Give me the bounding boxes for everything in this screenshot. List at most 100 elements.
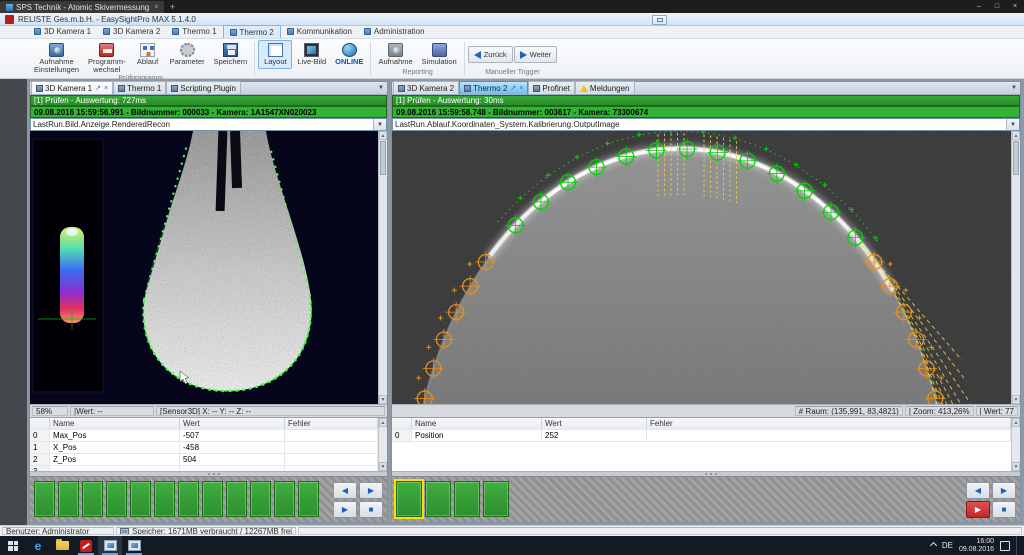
start-button[interactable] <box>0 536 26 555</box>
image-source-dropdown[interactable]: LastRun.Bild.Anzeige.RenderedRecon ▼ <box>30 118 387 131</box>
scroll-thumb[interactable] <box>380 141 386 175</box>
tray-expand-icon[interactable] <box>930 542 937 549</box>
ribbon-tab-thermo-2[interactable]: Thermo 2 <box>223 25 281 38</box>
vertical-scrollbar[interactable]: ▲ ▼ <box>1011 131 1020 404</box>
programmwechsel-button[interactable]: Programm-wechsel <box>84 40 130 75</box>
scroll-down-icon[interactable]: ▼ <box>379 395 387 404</box>
close-button[interactable]: × <box>1006 0 1024 13</box>
result-tile[interactable] <box>483 481 509 517</box>
tab-close-icon[interactable]: × <box>154 4 158 11</box>
thermal-image-viewport[interactable]: ▲ ▼ <box>392 131 1020 404</box>
result-tile[interactable] <box>226 481 247 517</box>
scroll-down-icon[interactable]: ▼ <box>1012 395 1020 404</box>
minimize-button[interactable]: – <box>970 0 988 13</box>
zurueck-button[interactable]: Zurück <box>468 46 513 63</box>
result-tile[interactable] <box>178 481 199 517</box>
scroll-thumb[interactable] <box>1013 141 1019 175</box>
speichern-button[interactable]: Speichern <box>210 40 252 75</box>
taskbar-item-browser[interactable]: e <box>26 536 50 555</box>
table-row[interactable]: 0Max_Pos-507 <box>30 430 378 442</box>
ribbon-tab-administration[interactable]: Administration <box>358 25 431 38</box>
table-scrollbar[interactable]: ▲ ▼ <box>1011 418 1020 471</box>
next-image-button[interactable]: ▶ <box>359 482 383 499</box>
table-row[interactable]: 1X_Pos-458 <box>30 442 378 454</box>
aufnahme-button[interactable]: Aufnahme <box>374 40 416 69</box>
result-tile[interactable] <box>154 481 175 517</box>
maximize-button[interactable]: □ <box>988 0 1006 13</box>
tab-list-dropdown[interactable]: ▼ <box>375 85 387 91</box>
scroll-up-icon[interactable]: ▲ <box>1012 131 1020 140</box>
result-tile[interactable] <box>82 481 103 517</box>
layout-button[interactable]: Layout <box>258 40 292 69</box>
clock[interactable]: 16:00 09.08.2016 <box>959 538 994 554</box>
taskbar-item-reliste[interactable] <box>74 536 98 555</box>
column-header[interactable]: Wert <box>542 418 647 429</box>
taskbar-item-easysight[interactable] <box>98 536 122 555</box>
column-header[interactable]: Name <box>50 418 180 429</box>
scroll-up-icon[interactable]: ▲ <box>379 418 387 427</box>
taskbar-item-app[interactable] <box>122 536 146 555</box>
close-icon[interactable]: × <box>519 85 523 92</box>
taskbar-item-explorer[interactable] <box>50 536 74 555</box>
online-button[interactable]: ONLINE <box>331 40 367 69</box>
panel-tab-profinet[interactable]: Profinet <box>528 81 575 94</box>
result-tile[interactable] <box>250 481 271 517</box>
column-header[interactable]: Wert <box>180 418 285 429</box>
play-button[interactable]: ▶ <box>333 501 357 518</box>
column-header[interactable]: Fehler <box>647 418 1011 429</box>
language-indicator[interactable]: DE <box>942 541 953 550</box>
column-header[interactable] <box>392 418 412 429</box>
tab-list-dropdown[interactable]: ▼ <box>1008 85 1020 91</box>
result-tile[interactable] <box>425 481 451 517</box>
prev-image-button[interactable]: ◀ <box>333 482 357 499</box>
shell-tab[interactable]: SPS Technik - Atomic Skivermessung × <box>0 1 164 13</box>
parameter-button[interactable]: Parameter <box>166 40 209 75</box>
prev-image-button[interactable]: ◀ <box>966 482 990 499</box>
table-row[interactable]: 0Position252 <box>392 430 1011 442</box>
aufnahme-einstellungen-button[interactable]: AufnahmeEinstellungen <box>30 40 83 75</box>
scroll-up-icon[interactable]: ▲ <box>1012 418 1020 427</box>
ribbon-tab-3d-kamera-1[interactable]: 3D Kamera 1 <box>28 25 97 38</box>
result-tile[interactable] <box>130 481 151 517</box>
next-image-button[interactable]: ▶ <box>992 482 1016 499</box>
panel-tab-3d-kamera-1[interactable]: 3D Kamera 1↗× <box>31 81 113 94</box>
ribbon-tab-kommunikation[interactable]: Kommunikation <box>281 25 358 38</box>
popout-icon[interactable]: ↗ <box>510 84 516 92</box>
scroll-down-icon[interactable]: ▼ <box>379 462 387 471</box>
panel-tab-scripting-plugin[interactable]: Scripting Plugin <box>166 81 241 94</box>
chevron-down-icon[interactable]: ▼ <box>373 119 386 130</box>
vertical-scrollbar[interactable]: ▲ ▼ <box>378 131 387 404</box>
result-tile[interactable] <box>298 481 319 517</box>
panel-tab-thermo-2[interactable]: Thermo 2↗× <box>459 81 528 94</box>
stop-button[interactable]: ■ <box>992 501 1016 518</box>
float-window-button[interactable] <box>652 15 667 25</box>
panel-tab-meldungen[interactable]: Meldungen <box>575 81 635 94</box>
column-header[interactable]: Name <box>412 418 542 429</box>
stop-button[interactable]: ■ <box>359 501 383 518</box>
panel-tab-3d-kamera-2[interactable]: 3D Kamera 2 <box>393 81 459 94</box>
simulation-button[interactable]: Simulation <box>418 40 461 69</box>
result-tile[interactable] <box>202 481 223 517</box>
new-tab-button[interactable]: + <box>164 1 180 13</box>
result-tile[interactable] <box>454 481 480 517</box>
result-tile[interactable] <box>34 481 55 517</box>
popout-icon[interactable]: ↗ <box>95 84 101 92</box>
result-tile[interactable] <box>396 481 422 517</box>
panel-tab-thermo-1[interactable]: Thermo 1 <box>113 81 166 94</box>
result-tile[interactable] <box>106 481 127 517</box>
column-header[interactable]: Fehler <box>285 418 378 429</box>
table-scrollbar[interactable]: ▲ ▼ <box>378 418 387 471</box>
result-tile[interactable] <box>274 481 295 517</box>
live-bild-button[interactable]: Live-Bild <box>293 40 330 69</box>
scan-image-viewport[interactable]: ▲ ▼ <box>30 131 387 404</box>
notification-center-icon[interactable] <box>1000 541 1010 551</box>
scroll-down-icon[interactable]: ▼ <box>1012 462 1020 471</box>
ribbon-tab-3d-kamera-2[interactable]: 3D Kamera 2 <box>97 25 166 38</box>
chevron-down-icon[interactable]: ▼ <box>1006 119 1019 130</box>
run-button[interactable]: ▶ <box>966 501 990 518</box>
scroll-up-icon[interactable]: ▲ <box>379 131 387 140</box>
ablauf-button[interactable]: Ablauf <box>131 40 165 75</box>
weiter-button[interactable]: Weiter <box>514 46 558 63</box>
table-row[interactable]: 3 <box>30 466 378 471</box>
close-icon[interactable]: × <box>104 85 108 92</box>
